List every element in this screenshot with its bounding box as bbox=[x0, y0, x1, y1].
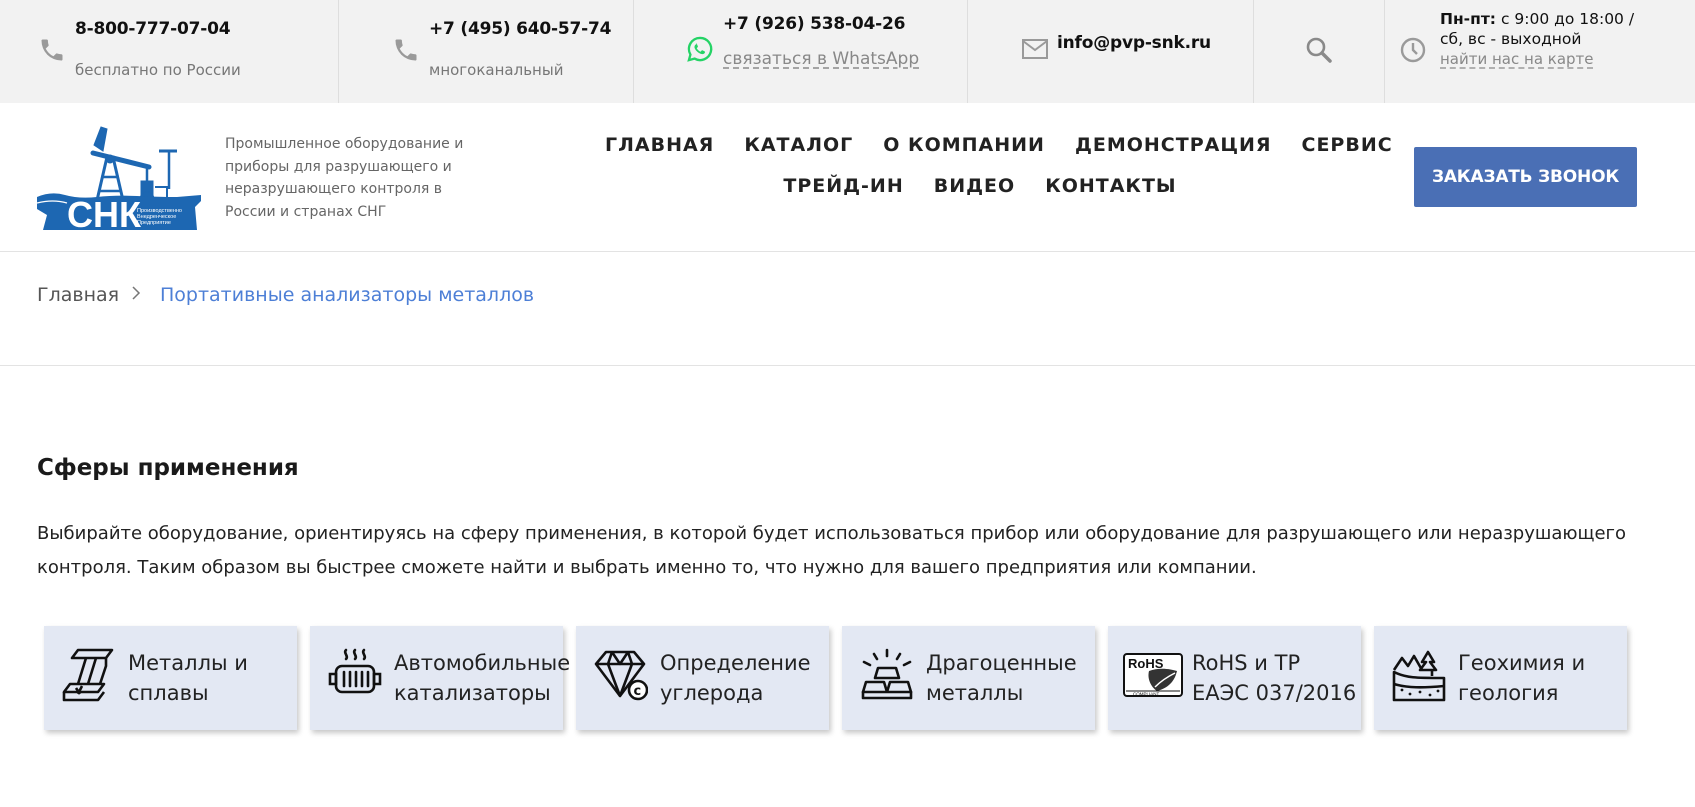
nav-item-home[interactable]: ГЛАВНАЯ bbox=[605, 125, 714, 166]
application-card[interactable]: Автомобильные катализаторы bbox=[310, 626, 570, 730]
application-card[interactable]: Драгоценные металлы bbox=[842, 626, 1095, 730]
section-description: Выбирайте оборудование, ориентируясь на … bbox=[37, 523, 1627, 578]
contact-phone-free: 8-800-777-07-04 бесплатно по России bbox=[0, 0, 339, 103]
catalytic-converter-icon bbox=[328, 648, 382, 694]
geology-icon bbox=[1392, 650, 1446, 702]
nav-item-service[interactable]: СЕРВИС bbox=[1302, 125, 1393, 166]
contact-whatsapp: +7 (926) 538-04-26 связаться в WhatsApp bbox=[634, 0, 968, 103]
search-cell[interactable] bbox=[1254, 0, 1385, 103]
company-logo[interactable]: СНК Производственно Внедренческое Предпр… bbox=[37, 123, 201, 230]
phone-caption: бесплатно по России bbox=[75, 61, 241, 79]
map-link[interactable]: найти нас на карте bbox=[1440, 50, 1594, 68]
mail-icon bbox=[1022, 39, 1048, 59]
card-label: Геохимия и геология bbox=[1458, 651, 1586, 705]
nav-item-trade-in[interactable]: ТРЕЙД-ИН bbox=[783, 166, 903, 207]
whatsapp-number[interactable]: +7 (926) 538-04-26 bbox=[723, 14, 905, 34]
whatsapp-icon[interactable] bbox=[686, 35, 714, 63]
phone-icon bbox=[395, 39, 417, 61]
nav-item-video[interactable]: ВИДЕО bbox=[934, 166, 1015, 207]
contact-hours: Пн-пт: с 9:00 до 18:00 / сб, вс - выходн… bbox=[1385, 0, 1695, 103]
nav-row: ГЛАВНАЯ КАТАЛОГ О КОМПАНИИ ДЕМОНСТРАЦИЯ СЕРВ… bbox=[590, 125, 1392, 166]
application-card[interactable]: c Определение углерода bbox=[576, 626, 829, 730]
card-label: Драгоценные металлы bbox=[926, 651, 1077, 705]
card-label: Металлы и сплавы bbox=[128, 651, 248, 705]
gold-bars-icon bbox=[861, 648, 913, 700]
top-contact-bar: 8-800-777-07-04 бесплатно по России +7 (… bbox=[0, 0, 1695, 103]
hours-weekend: сб, вс - выходной bbox=[1440, 30, 1582, 48]
company-tagline: Промышленное оборудование и приборы для … bbox=[225, 136, 464, 220]
application-card[interactable]: Металлы и сплавы bbox=[44, 626, 297, 730]
breadcrumb: Главная Портативные анализаторы металлов bbox=[0, 252, 1695, 366]
application-card[interactable]: RoHS COMPLIANT RoHS и ТР ЕАЭС 037/2016 bbox=[1108, 626, 1361, 730]
phone-icon bbox=[41, 39, 63, 61]
nav-item-contacts[interactable]: КОНТАКТЫ bbox=[1045, 166, 1176, 207]
rohs-icon-subtext: COMPLIANT bbox=[1133, 692, 1160, 697]
card-label: RoHS и ТР ЕАЭС 037/2016 bbox=[1192, 651, 1357, 705]
steel-beam-icon bbox=[62, 648, 114, 702]
whatsapp-link[interactable]: связаться в WhatsApp bbox=[723, 49, 919, 69]
working-hours: Пн-пт: с 9:00 до 18:00 / сб, вс - выходн… bbox=[1440, 9, 1634, 49]
logo-subtext-3: Предприятие bbox=[137, 220, 171, 226]
logo-text: СНК bbox=[67, 194, 142, 230]
rohs-compliant-icon: RoHS COMPLIANT bbox=[1123, 653, 1183, 697]
hours-weekdays-label: Пн-пт: bbox=[1440, 10, 1497, 28]
phone-number[interactable]: 8-800-777-07-04 bbox=[75, 19, 231, 39]
nav-item-about[interactable]: О КОМПАНИИ bbox=[883, 125, 1045, 166]
order-call-button[interactable]: ЗАКАЗАТЬ ЗВОНОК bbox=[1414, 147, 1637, 207]
chevron-right-icon bbox=[132, 286, 141, 300]
breadcrumb-current[interactable]: Портативные анализаторы металлов bbox=[160, 284, 534, 306]
section-title: Сферы применения bbox=[37, 455, 299, 481]
hours-weekdays: с 9:00 до 18:00 / bbox=[1496, 10, 1635, 28]
clock-icon bbox=[1400, 37, 1426, 63]
diamond-carbon-icon: c bbox=[594, 650, 648, 701]
contact-phone-multichannel: +7 (495) 640-57-74 многоканальный bbox=[339, 0, 634, 103]
phone-caption: многоканальный bbox=[429, 61, 564, 79]
card-label: Определение углерода bbox=[660, 651, 811, 705]
search-icon[interactable] bbox=[1304, 35, 1334, 65]
main-nav: ГЛАВНАЯ КАТАЛОГ О КОМПАНИИ ДЕМОНСТРАЦИЯ СЕРВ… bbox=[590, 125, 1392, 207]
nav-row: ТРЕЙД-ИН ВИДЕО КОНТАКТЫ bbox=[590, 166, 1370, 207]
nav-item-demo[interactable]: ДЕМОНСТРАЦИЯ bbox=[1075, 125, 1272, 166]
email-address[interactable]: info@pvp-snk.ru bbox=[1057, 33, 1211, 53]
nav-item-catalog[interactable]: КАТАЛОГ bbox=[744, 125, 853, 166]
carbon-symbol: c bbox=[634, 684, 642, 699]
breadcrumb-home-link[interactable]: Главная bbox=[37, 284, 119, 306]
phone-number[interactable]: +7 (495) 640-57-74 bbox=[429, 19, 611, 39]
contact-email: info@pvp-snk.ru bbox=[968, 0, 1254, 103]
rohs-icon-text: RoHS bbox=[1128, 656, 1164, 671]
application-card[interactable]: Геохимия и геология bbox=[1374, 626, 1627, 730]
card-label: Автомобильные катализаторы bbox=[394, 651, 571, 705]
site-header: СНК Производственно Внедренческое Предпр… bbox=[0, 103, 1695, 252]
